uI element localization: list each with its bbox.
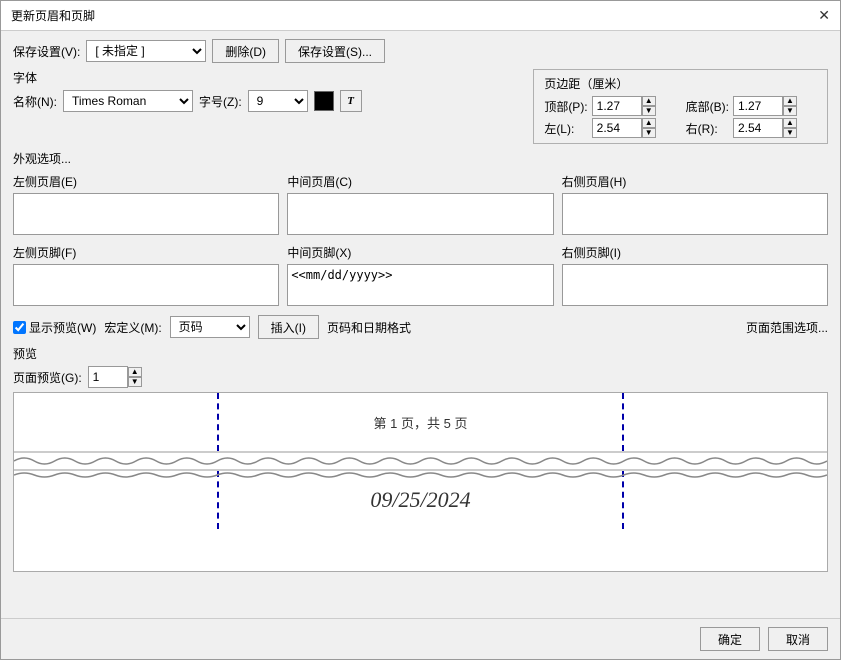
- left-footer-col: 左侧页脚(F): [13, 244, 279, 309]
- dialog: 更新页眉和页脚 ✕ 保存设置(V): [ 未指定 ] 删除(D) 保存设置(S)…: [0, 0, 841, 660]
- bottom-toolbar: 显示预览(W) 宏定义(M): 页码 插入(I) 页码和日期格式 页面范围选项.…: [13, 315, 828, 339]
- font-section-label: 字体: [13, 69, 517, 86]
- top-spin-up[interactable]: ▲: [642, 96, 656, 106]
- top-toolbar: 保存设置(V): [ 未指定 ] 删除(D) 保存设置(S)...: [13, 39, 828, 63]
- preview-header-area: 第 1 页，共 5 页: [14, 393, 827, 453]
- main-content: 保存设置(V): [ 未指定 ] 删除(D) 保存设置(S)... 字体 名称(…: [1, 31, 840, 618]
- close-button[interactable]: ✕: [818, 7, 830, 24]
- footer-cols: 左侧页脚(F) 中间页脚(X) 右侧页脚(I): [13, 244, 828, 309]
- font-row: 名称(N): Times Roman 字号(Z): 9 T: [13, 90, 517, 112]
- right-footer-col: 右侧页脚(I): [562, 244, 828, 309]
- left-input[interactable]: [592, 118, 642, 138]
- show-preview-check-label[interactable]: 显示预览(W): [13, 319, 96, 336]
- wavy-separator: [14, 453, 827, 469]
- top-spin-down[interactable]: ▼: [642, 106, 656, 116]
- preview-title: 预览: [13, 345, 828, 362]
- bottom-label: 底部(B):: [686, 98, 729, 115]
- right-label: 右(R):: [686, 120, 729, 137]
- delete-button[interactable]: 删除(D): [212, 39, 279, 63]
- title-bar: 更新页眉和页脚 ✕: [1, 1, 840, 31]
- top-label: 顶部(P):: [544, 98, 587, 115]
- header-cols: 左侧页眉(E) 中间页眉(C) 右侧页眉(H): [13, 173, 828, 238]
- page-preview-spinner: ▲ ▼: [88, 366, 142, 388]
- dashed-line-left: [217, 393, 219, 451]
- bottom-spin-down[interactable]: ▼: [783, 106, 797, 116]
- dashed-line-right: [622, 393, 624, 451]
- bottom-spin-up[interactable]: ▲: [783, 96, 797, 106]
- bottom-input[interactable]: [733, 96, 783, 116]
- macro-dropdown[interactable]: 页码: [170, 316, 250, 338]
- center-footer-col: 中间页脚(X): [287, 244, 553, 309]
- font-size-dropdown[interactable]: 9: [248, 90, 308, 112]
- left-header-input[interactable]: [13, 193, 279, 235]
- color-picker[interactable]: [314, 91, 334, 111]
- center-header-label: 中间页眉(C): [287, 173, 553, 190]
- center-footer-label: 中间页脚(X): [287, 244, 553, 261]
- right-header-col: 右侧页眉(H): [562, 173, 828, 238]
- save-dropdown[interactable]: [ 未指定 ]: [86, 40, 206, 62]
- right-header-input[interactable]: [562, 193, 828, 235]
- preview-section: 预览 页面预览(G): ▲ ▼ 第 1 页，共 5 页: [13, 345, 828, 572]
- font-name-label: 名称(N):: [13, 93, 57, 110]
- right-input[interactable]: [733, 118, 783, 138]
- preview-footer-text: 09/25/2024: [370, 487, 470, 513]
- appearance-link[interactable]: 外观选项...: [13, 152, 71, 166]
- page-spin-up[interactable]: ▲: [128, 367, 142, 377]
- left-label: 左(L):: [544, 120, 587, 137]
- center-header-col: 中间页眉(C): [287, 173, 553, 238]
- center-footer-input[interactable]: [287, 264, 553, 306]
- insert-button[interactable]: 插入(I): [258, 315, 319, 339]
- left-spin-down[interactable]: ▼: [642, 128, 656, 138]
- dialog-title: 更新页眉和页脚: [11, 7, 95, 24]
- center-header-input[interactable]: [287, 193, 553, 235]
- show-preview-checkbox[interactable]: [13, 321, 26, 334]
- margins-group: 页边距（厘米） 顶部(P): ▲ ▼ 底部(B):: [533, 69, 828, 144]
- preview-header-text: 第 1 页，共 5 页: [374, 413, 468, 432]
- wavy-footer-top: [14, 469, 827, 479]
- preview-canvas: 第 1 页，共 5 页 09/25/2024: [13, 392, 828, 572]
- page-spin-down[interactable]: ▼: [128, 377, 142, 387]
- bold-t-button[interactable]: T: [340, 90, 362, 112]
- right-header-label: 右侧页眉(H): [562, 173, 828, 190]
- left-spin-up[interactable]: ▲: [642, 118, 656, 128]
- right-footer-input[interactable]: [562, 264, 828, 306]
- save-label: 保存设置(V):: [13, 43, 80, 60]
- cancel-button[interactable]: 取消: [768, 627, 828, 651]
- font-name-dropdown[interactable]: Times Roman: [63, 90, 193, 112]
- font-section: 字体 名称(N): Times Roman 字号(Z): 9 T: [13, 69, 517, 118]
- ok-button[interactable]: 确定: [700, 627, 760, 651]
- left-header-col: 左侧页眉(E): [13, 173, 279, 238]
- page-preview-input[interactable]: [88, 366, 128, 388]
- macro-label: 宏定义(M):: [104, 319, 161, 336]
- top-input[interactable]: [592, 96, 642, 116]
- page-preview-label: 页面预览(G):: [13, 369, 82, 386]
- page-range-link[interactable]: 页面范围选项...: [746, 319, 828, 336]
- right-spin-down[interactable]: ▼: [783, 128, 797, 138]
- page-preview-row: 页面预览(G): ▲ ▼: [13, 366, 828, 388]
- bottom-bar: 确定 取消: [1, 618, 840, 659]
- left-footer-label: 左侧页脚(F): [13, 244, 279, 261]
- right-spin-up[interactable]: ▲: [783, 118, 797, 128]
- save-settings-button[interactable]: 保存设置(S)...: [285, 39, 385, 63]
- show-preview-label: 显示预览(W): [29, 319, 96, 336]
- font-size-label: 字号(Z):: [199, 93, 242, 110]
- right-footer-label: 右侧页脚(I): [562, 244, 828, 261]
- date-format-link[interactable]: 页码和日期格式: [327, 319, 411, 336]
- left-footer-input[interactable]: [13, 264, 279, 306]
- left-header-label: 左侧页眉(E): [13, 173, 279, 190]
- margins-title: 页边距（厘米）: [544, 75, 817, 92]
